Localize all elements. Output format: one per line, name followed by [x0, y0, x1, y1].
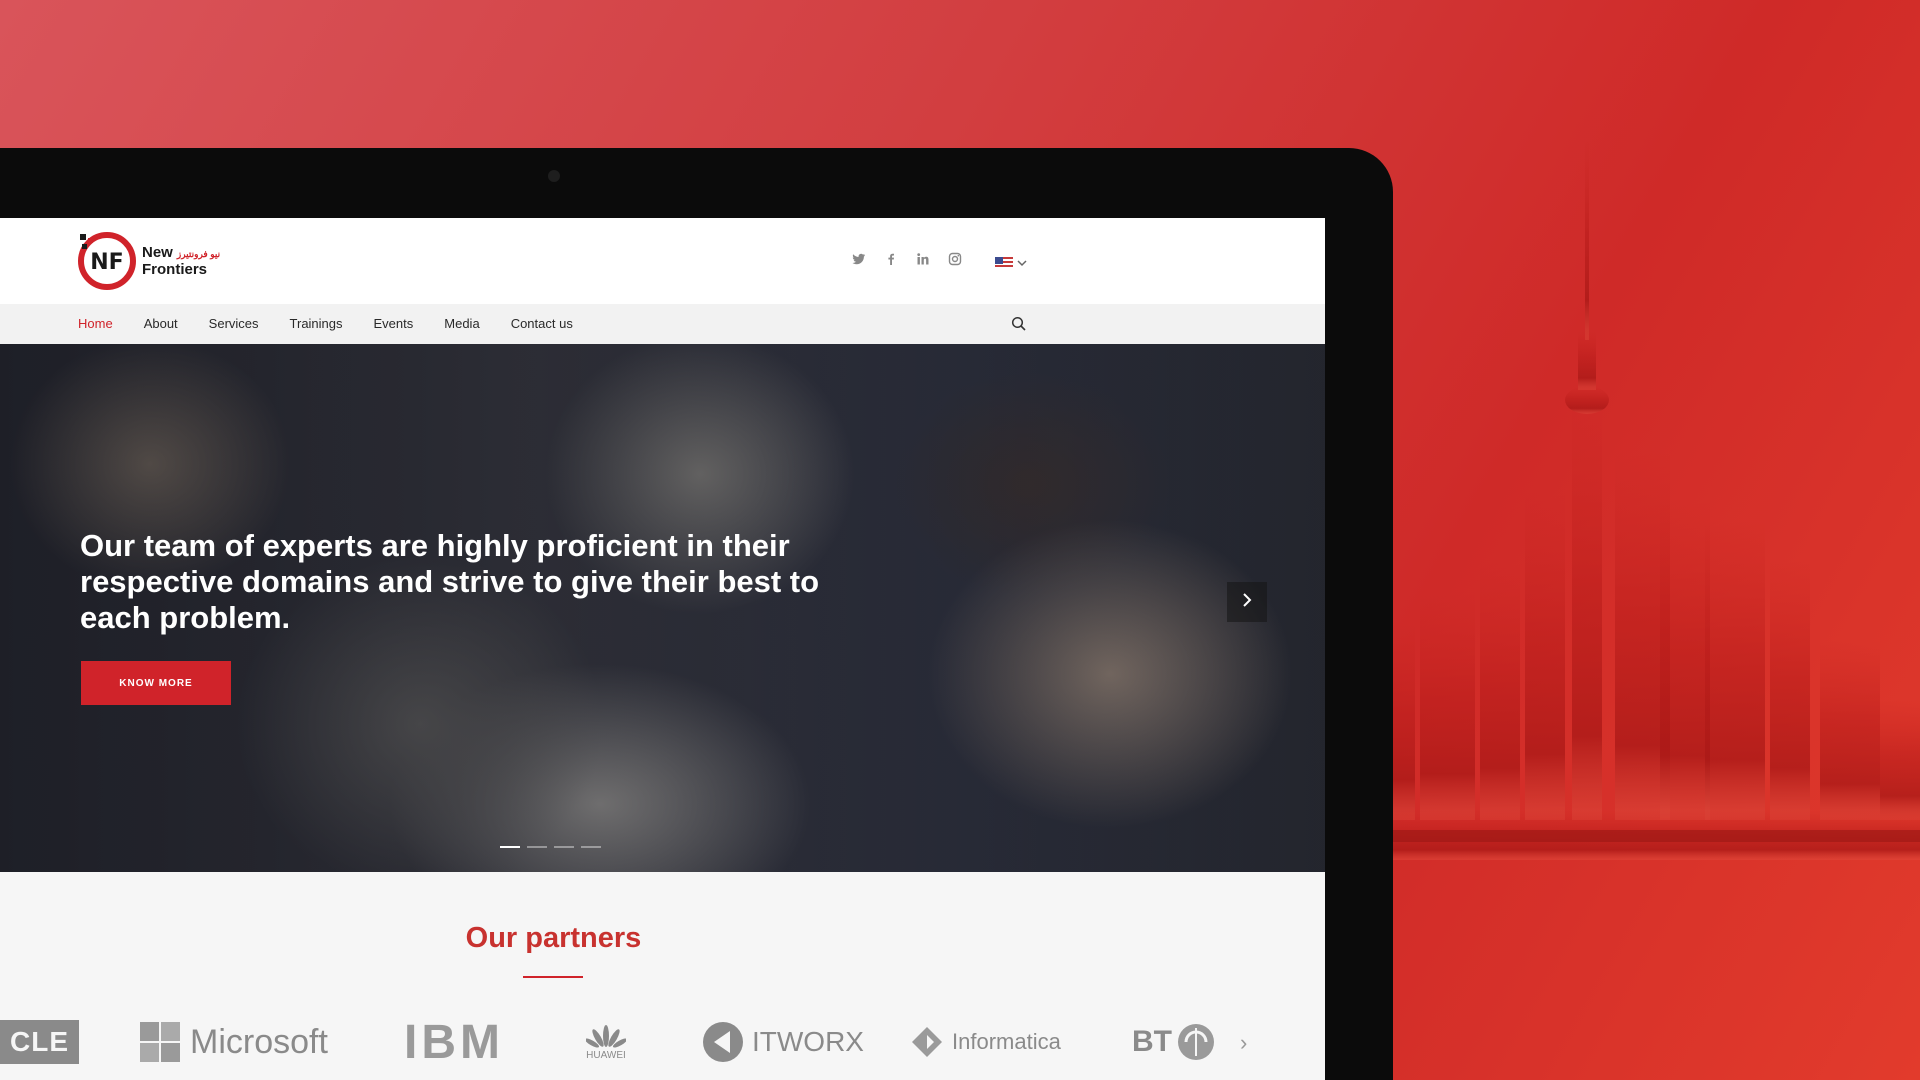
website-screen: NF New نيو فرونتيرز Frontiers Home About…: [0, 218, 1325, 1080]
huawei-petal-icon: [586, 1024, 626, 1048]
nav-item-trainings[interactable]: Trainings: [290, 304, 343, 344]
nav-item-home[interactable]: Home: [78, 304, 113, 344]
partner-logo-microsoft[interactable]: Microsoft: [140, 1012, 328, 1072]
brand-logo[interactable]: NF New نيو فرونتيرز Frontiers: [78, 232, 220, 290]
partner-logo-itworx-text: ITWORX: [752, 1026, 864, 1057]
partners-title: Our partners: [465, 922, 642, 954]
partner-logo-ibm[interactable]: IBM: [404, 1012, 504, 1072]
partner-logo-bt-text: BT: [1132, 1025, 1172, 1058]
itworx-icon: [703, 1022, 743, 1062]
instagram-icon[interactable]: [948, 252, 962, 266]
microsoft-windows-icon: [140, 1022, 180, 1062]
nav-item-services[interactable]: Services: [209, 304, 259, 344]
bt-globe-icon: [1178, 1024, 1214, 1060]
hero-headline: Our team of experts are highly proficien…: [80, 528, 820, 635]
hero-slider: Our team of experts are highly proficien…: [0, 344, 1325, 872]
us-flag-icon: [995, 257, 1013, 269]
brand-name-arabic: نيو فرونتيرز: [176, 248, 221, 259]
nav-item-about[interactable]: About: [144, 304, 178, 344]
main-navigation: Home About Services Trainings Events Med…: [0, 304, 1325, 344]
language-selector[interactable]: [995, 254, 1027, 272]
know-more-button[interactable]: KNOW MORE: [81, 661, 231, 705]
twitter-icon[interactable]: [852, 252, 866, 266]
site-header: NF New نيو فرونتيرز Frontiers: [0, 218, 1325, 304]
partners-logo-carousel: CLE Microsoft IBM HUAWEI ITWORX Informat…: [0, 1012, 1325, 1072]
brand-name-line2: Frontiers: [142, 260, 208, 278]
partner-logo-itworx[interactable]: ITWORX: [702, 1012, 864, 1072]
nav-item-contact[interactable]: Contact us: [511, 304, 573, 344]
informatica-diamond-icon: [912, 1027, 942, 1057]
nav-item-events[interactable]: Events: [374, 304, 414, 344]
linkedin-icon[interactable]: [916, 252, 930, 266]
facebook-icon[interactable]: [884, 252, 898, 266]
partner-logo-huawei[interactable]: HUAWEI: [586, 1012, 626, 1072]
partners-next-arrow[interactable]: ›: [1240, 1030, 1247, 1056]
partner-logo-microsoft-text: Microsoft: [190, 1022, 328, 1061]
title-underline: [523, 976, 583, 978]
chevron-right-icon: [1241, 592, 1253, 612]
partner-logo-huawei-text: HUAWEI: [586, 1049, 626, 1061]
social-links: [852, 252, 962, 266]
slide-dot-1[interactable]: [500, 846, 520, 848]
partner-logo-informatica-text: Informatica: [952, 1029, 1061, 1054]
partner-logo-cle[interactable]: CLE: [0, 1012, 79, 1072]
city-skyline-background: [1360, 140, 1920, 860]
slider-next-button[interactable]: [1227, 582, 1267, 622]
slide-dot-3[interactable]: [554, 846, 574, 848]
nav-item-media[interactable]: Media: [444, 304, 479, 344]
partners-section: Our partners CLE Microsoft IBM HUAWEI IT…: [0, 872, 1325, 1080]
partner-logo-bt[interactable]: BT: [1132, 1012, 1216, 1072]
chevron-down-icon: [1017, 254, 1027, 272]
search-icon[interactable]: [1011, 316, 1027, 332]
webcam: [548, 170, 560, 182]
partner-logo-cle-text: CLE: [0, 1020, 79, 1064]
brand-name-line1: New: [142, 243, 173, 261]
slider-pagination: [500, 846, 601, 848]
partner-logo-informatica[interactable]: Informatica: [910, 1012, 1061, 1072]
partner-logo-ibm-text: IBM: [404, 1015, 504, 1069]
nf-logo-icon: NF: [78, 232, 136, 290]
logo-initials: NF: [90, 250, 123, 275]
slide-dot-2[interactable]: [527, 846, 547, 848]
slide-dot-4[interactable]: [581, 846, 601, 848]
